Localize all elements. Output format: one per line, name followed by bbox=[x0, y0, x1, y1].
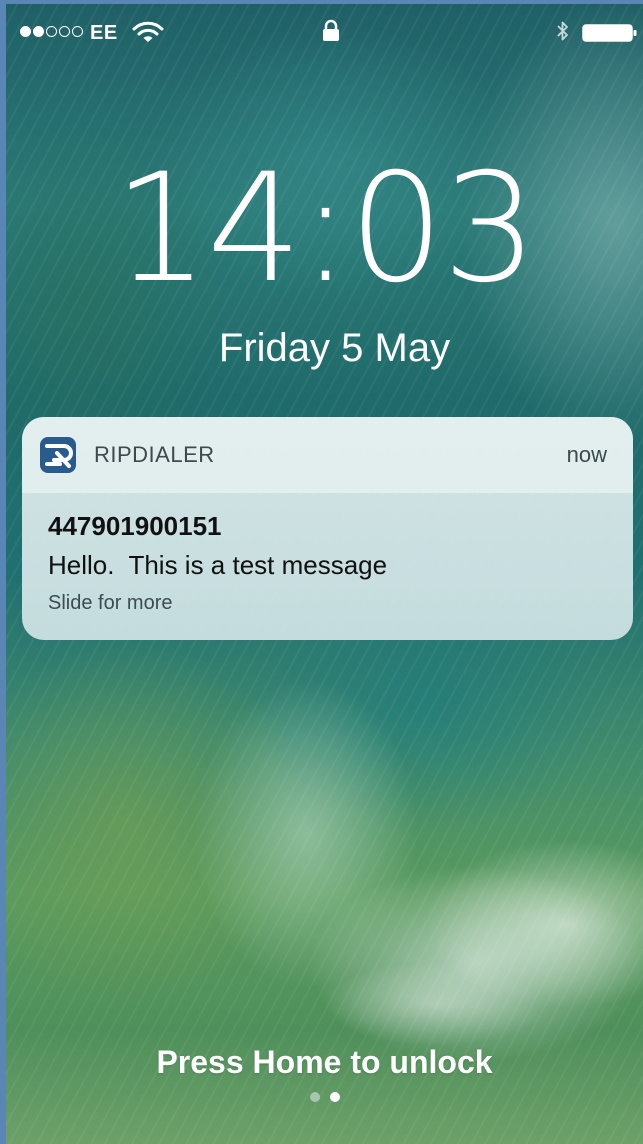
notification-timestamp: now bbox=[566, 442, 607, 467]
lock-icon bbox=[323, 19, 339, 41]
lock-screen-date: Friday 5 May bbox=[218, 326, 451, 370]
signal-dot bbox=[20, 26, 31, 37]
notification-app-name: RIPDIALER bbox=[94, 442, 215, 467]
signal-dot bbox=[59, 26, 70, 37]
battery-icon bbox=[582, 24, 637, 42]
notification-title: 447901900151 bbox=[48, 511, 222, 541]
device-frame: EE 14:03 Friday 5 May RIPDIALER now 4479… bbox=[0, 0, 643, 1144]
lock-screen-clock: 14:03 bbox=[113, 142, 537, 316]
unlock-hint: Press Home to unlock bbox=[156, 1044, 493, 1080]
wifi-icon bbox=[132, 21, 164, 42]
signal-dot bbox=[46, 26, 57, 37]
lock-screen[interactable]: EE 14:03 Friday 5 May RIPDIALER now 4479… bbox=[6, 4, 643, 1144]
signal-dot bbox=[33, 26, 44, 37]
status-bar: EE bbox=[6, 4, 643, 54]
page-dot[interactable] bbox=[309, 1092, 320, 1102]
ripdialer-logo-icon bbox=[45, 444, 73, 468]
signal-strength-indicator bbox=[20, 26, 83, 37]
notification-message: Hello. This is a test message bbox=[48, 550, 388, 580]
notification-card[interactable]: RIPDIALER now 447901900151 Hello. This i… bbox=[22, 417, 633, 640]
page-dot-active[interactable] bbox=[329, 1092, 340, 1102]
carrier-name: EE bbox=[90, 22, 118, 44]
notification-header: RIPDIALER now bbox=[22, 417, 633, 493]
page-indicator[interactable] bbox=[6, 1092, 643, 1102]
notification-slide-hint: Slide for more bbox=[48, 592, 173, 614]
ripdialer-app-icon bbox=[40, 437, 76, 473]
signal-dot bbox=[72, 26, 83, 37]
bluetooth-icon bbox=[557, 21, 568, 41]
